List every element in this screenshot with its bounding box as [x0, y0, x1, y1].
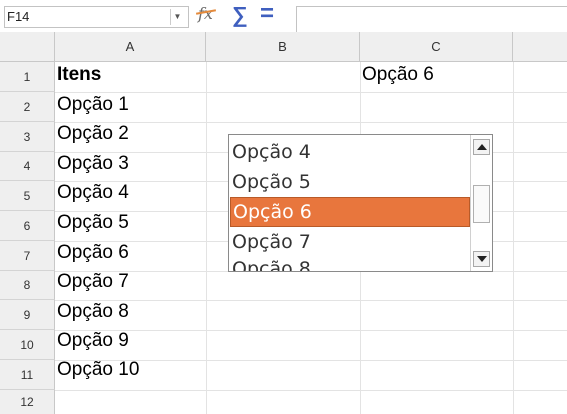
scroll-down-button[interactable]: [473, 251, 490, 267]
column-header-a[interactable]: A: [55, 32, 206, 62]
row-header-5[interactable]: 5: [0, 181, 55, 211]
cell-a9[interactable]: Opção 8: [57, 301, 129, 323]
column-header-d[interactable]: [513, 32, 567, 62]
arrow-up-icon: [477, 144, 487, 150]
cell-a3[interactable]: Opção 2: [57, 123, 129, 145]
cell-a8[interactable]: Opção 7: [57, 271, 129, 293]
gridline: [55, 330, 567, 331]
list-item-selected[interactable]: Opção 6: [230, 197, 470, 227]
arrow-down-icon: [477, 256, 487, 262]
listbox-control[interactable]: Opção 4 Opção 5 Opção 6 Opção 7 Opção 8: [228, 134, 493, 272]
list-item[interactable]: Opção 4: [230, 138, 470, 168]
row-header-4[interactable]: 4: [0, 152, 55, 181]
cell-c1[interactable]: Opção 6: [362, 64, 434, 86]
row-header-11[interactable]: 11: [0, 360, 55, 390]
cell-a4[interactable]: Opção 3: [57, 153, 129, 175]
gridline: [513, 62, 514, 414]
gridline: [55, 92, 567, 93]
scroll-thumb[interactable]: [473, 185, 490, 223]
row-header-10[interactable]: 10: [0, 330, 55, 360]
column-header-c[interactable]: C: [360, 32, 513, 62]
listbox-scrollbar[interactable]: [470, 135, 492, 271]
cell-a11[interactable]: Opção 10: [57, 359, 139, 381]
formula-bar: F14 ▼ fx ∑ =: [0, 0, 567, 32]
gridline: [55, 122, 567, 123]
gridline: [55, 300, 567, 301]
gridline: [206, 62, 207, 414]
gridline: [55, 390, 567, 391]
name-box[interactable]: F14: [4, 6, 189, 28]
cell-a2[interactable]: Opção 1: [57, 94, 129, 116]
scroll-up-button[interactable]: [473, 139, 490, 155]
list-item[interactable]: Opção 5: [230, 168, 470, 198]
equals-icon[interactable]: =: [260, 0, 274, 28]
column-header-b[interactable]: B: [206, 32, 360, 62]
row-header-7[interactable]: 7: [0, 241, 55, 271]
listbox-items: Opção 4 Opção 5 Opção 6 Opção 7 Opção 8: [229, 135, 470, 271]
fx-icon[interactable]: fx: [198, 4, 213, 23]
cell-a6[interactable]: Opção 5: [57, 212, 129, 234]
select-all-corner[interactable]: [0, 32, 55, 62]
row-header-2[interactable]: 2: [0, 92, 55, 122]
list-item[interactable]: Opção 7: [230, 228, 470, 258]
row-header-3[interactable]: 3: [0, 122, 55, 152]
cell-a1[interactable]: Itens: [57, 64, 101, 86]
cell-a5[interactable]: Opção 4: [57, 182, 129, 204]
row-header-8[interactable]: 8: [0, 271, 55, 300]
row-header-9[interactable]: 9: [0, 300, 55, 330]
row-header-1[interactable]: 1: [0, 62, 55, 92]
formula-input[interactable]: [296, 6, 567, 32]
name-box-value: F14: [7, 9, 30, 24]
chevron-down-icon[interactable]: ▼: [170, 9, 184, 25]
sigma-icon[interactable]: ∑: [232, 2, 248, 28]
cell-a7[interactable]: Opção 6: [57, 242, 129, 264]
row-header-12[interactable]: 12: [0, 390, 55, 414]
list-item[interactable]: Opção 8: [230, 255, 470, 271]
cell-a10[interactable]: Opção 9: [57, 330, 129, 352]
row-header-6[interactable]: 6: [0, 211, 55, 241]
